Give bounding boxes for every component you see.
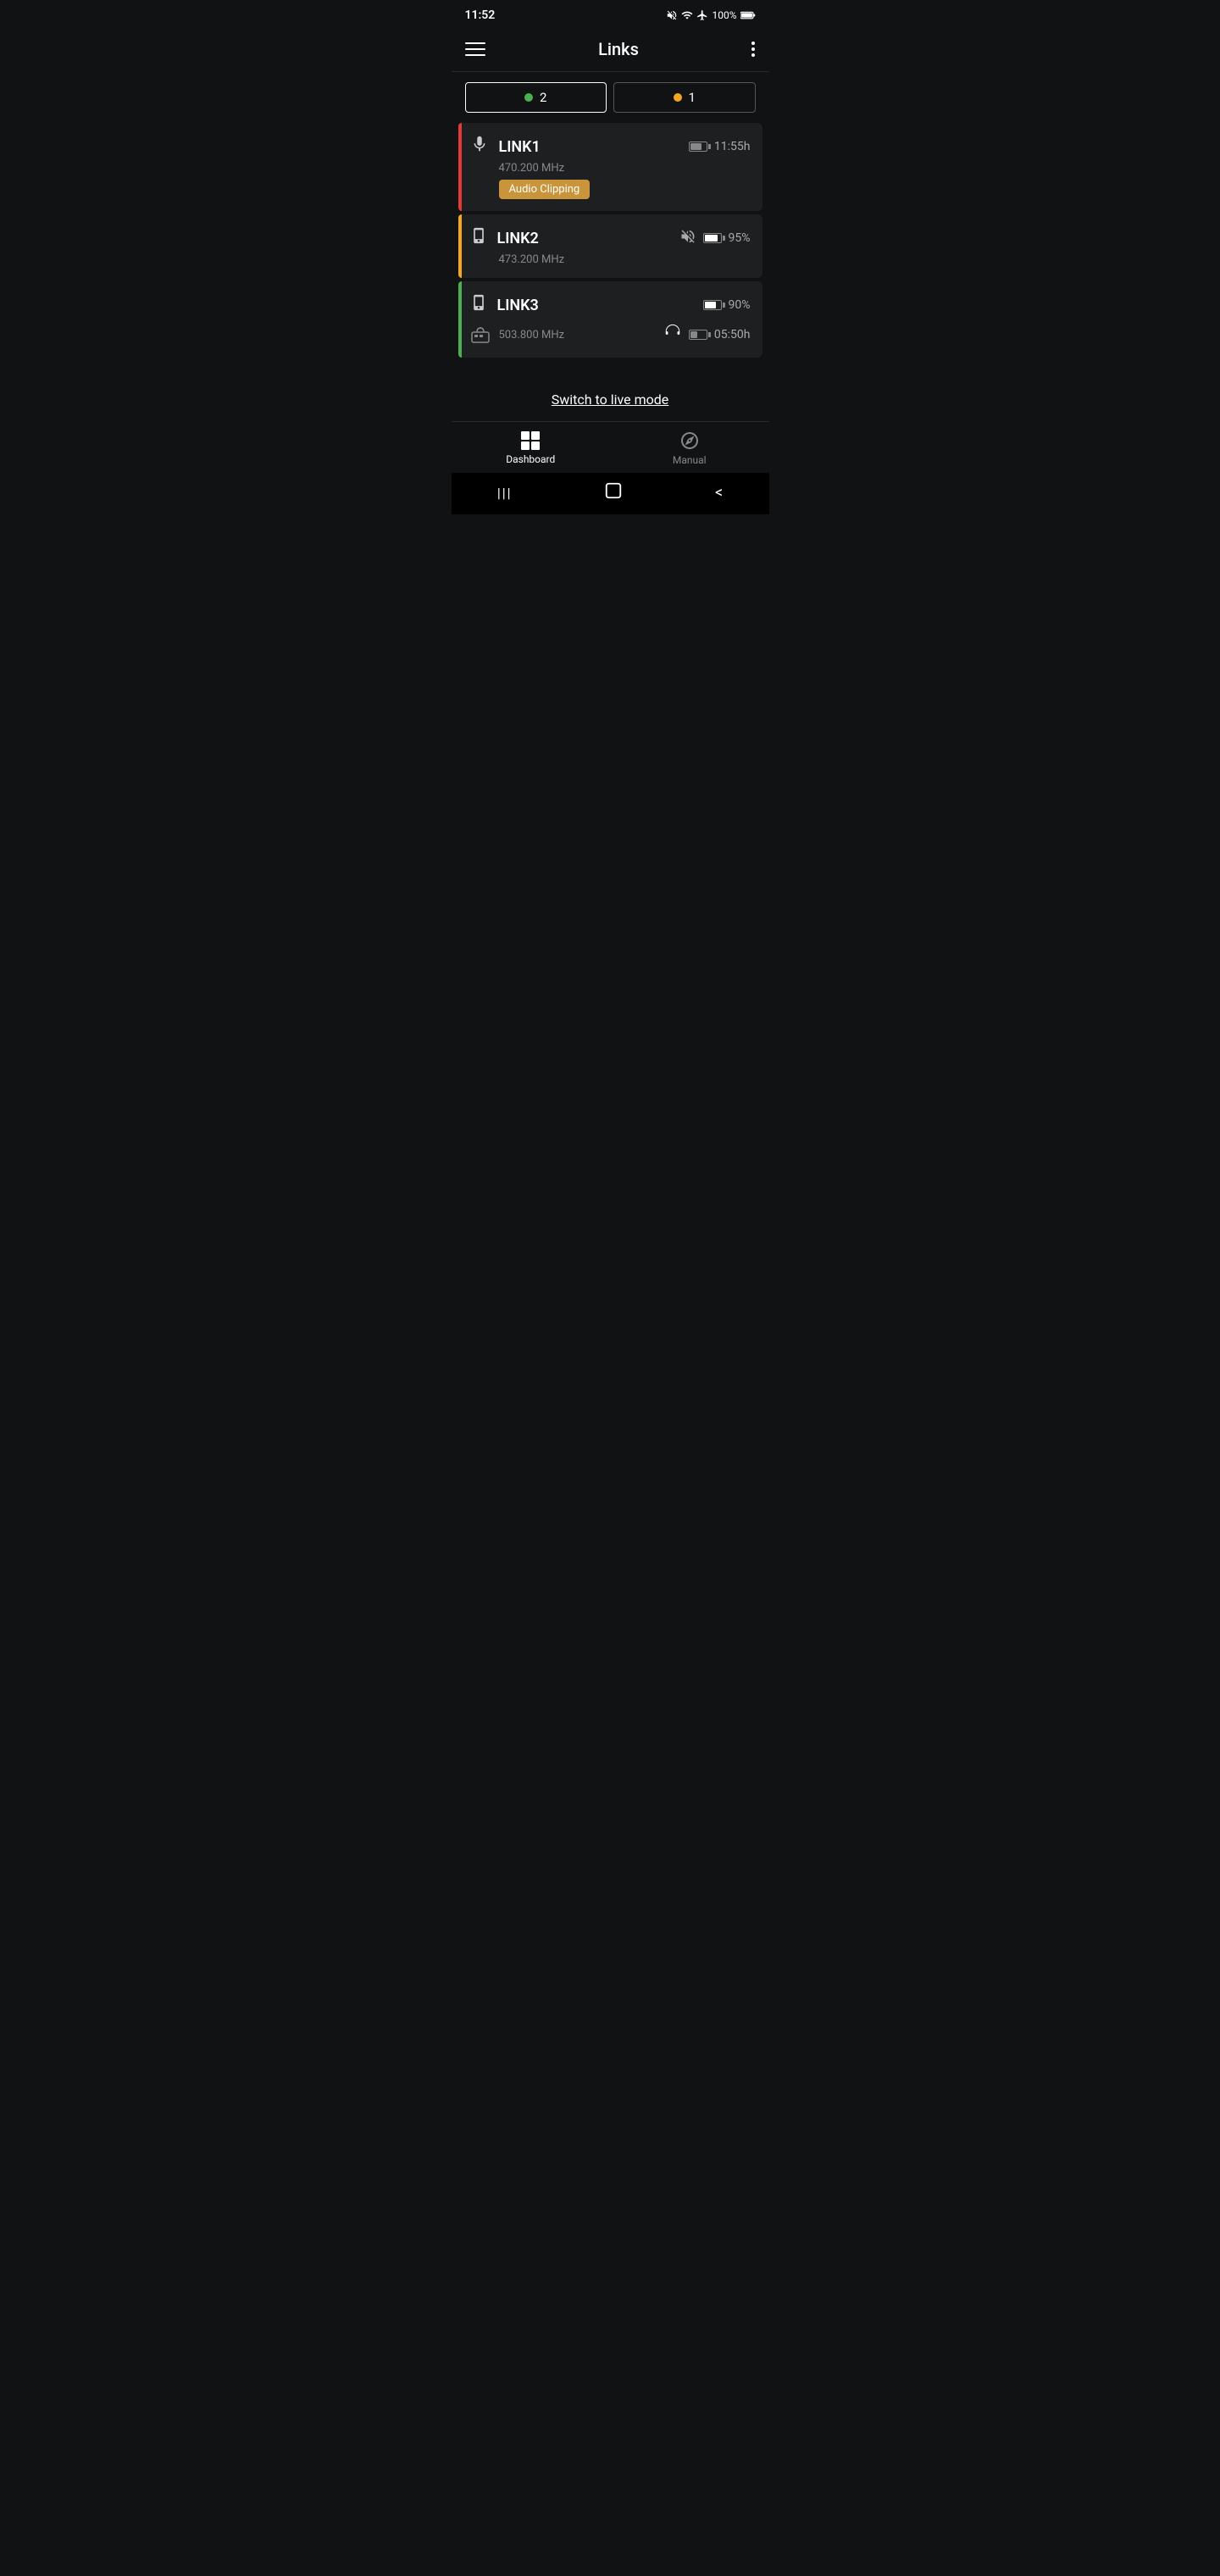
filter-tab-yellow[interactable]: 1	[613, 82, 756, 113]
audio-clipping-badge: Audio Clipping	[499, 180, 591, 199]
link2-right: 95%	[679, 228, 751, 248]
dashboard-icon	[521, 431, 540, 450]
menu-button[interactable]	[465, 42, 485, 56]
link2-top: LINK2 95%	[470, 226, 751, 250]
link2-bodypack-icon	[470, 226, 487, 250]
recent-apps-button[interactable]: |||	[497, 485, 513, 501]
link2-left: LINK2	[470, 226, 539, 250]
nav-manual-label: Manual	[673, 454, 707, 466]
status-bar: 11:52 100%	[452, 0, 769, 31]
status-icons: 100%	[666, 9, 755, 21]
link3-receiver-icon	[470, 325, 491, 344]
home-button[interactable]	[604, 481, 623, 504]
compass-icon	[679, 430, 700, 451]
link3-top: LINK3 90%	[470, 293, 751, 317]
link3-right-headphone: 05:50h	[663, 324, 751, 346]
link1-battery-text: 11:55h	[714, 140, 751, 153]
link1-frequency: 470.200 MHz	[499, 162, 751, 175]
link2-frequency: 473.200 MHz	[499, 253, 751, 266]
link3-receiver-left: 503.800 MHz	[470, 325, 565, 344]
link1-right: 11:55h	[689, 140, 751, 153]
airplane-icon	[696, 9, 708, 21]
link3-bodypack-icon	[470, 293, 487, 317]
battery-status-icon	[740, 10, 756, 20]
link1-top: LINK1 11:55h	[470, 135, 751, 158]
link3-headphone-icon	[663, 324, 682, 346]
nav-manual[interactable]: Manual	[610, 430, 769, 466]
link3-headphone-battery-text: 05:50h	[714, 328, 751, 341]
yellow-count: 1	[689, 90, 696, 105]
yellow-dot	[674, 93, 682, 102]
mute-icon	[666, 9, 678, 21]
link-card-1[interactable]: LINK1 11:55h 470.200 MHz Audio Clipping	[458, 123, 762, 211]
system-nav: ||| <	[452, 473, 769, 514]
battery-percent: 100%	[712, 9, 736, 21]
bottom-nav: Dashboard Manual	[452, 421, 769, 473]
link-card-2[interactable]: LINK2 95% 473.200 MHz	[458, 214, 762, 278]
link3-battery-text: 90%	[729, 298, 751, 312]
link1-mic-icon	[470, 135, 489, 158]
link3-headphone-battery-icon	[689, 330, 707, 340]
link1-battery-icon	[689, 142, 707, 152]
link1-badge-row: Audio Clipping	[499, 180, 751, 199]
link2-muted-icon	[679, 228, 696, 248]
link2-battery-text: 95%	[729, 231, 751, 245]
link-card-3[interactable]: LINK3 90% 5	[458, 281, 762, 358]
link3-bottom-row: 503.800 MHz 05:50h	[470, 324, 751, 346]
link1-name: LINK1	[499, 138, 541, 156]
page-title: Links	[598, 39, 639, 59]
status-time: 11:52	[465, 8, 496, 22]
green-dot	[524, 93, 533, 102]
link2-name: LINK2	[497, 230, 539, 247]
link3-battery-icon	[703, 300, 722, 310]
nav-dashboard[interactable]: Dashboard	[452, 431, 611, 465]
link3-left: LINK3	[470, 293, 539, 317]
links-list: LINK1 11:55h 470.200 MHz Audio Clipping	[452, 123, 769, 358]
wifi-icon	[681, 9, 693, 21]
green-count: 2	[540, 90, 546, 105]
switch-live-section: Switch to live mode	[452, 358, 769, 421]
link3-frequency: 503.800 MHz	[499, 329, 565, 341]
link3-right-battery: 90%	[703, 298, 751, 312]
switch-to-live-mode-link[interactable]: Switch to live mode	[552, 391, 669, 408]
header: Links	[452, 31, 769, 72]
back-button[interactable]: <	[715, 484, 723, 502]
link1-left: LINK1	[470, 135, 541, 158]
nav-dashboard-label: Dashboard	[506, 453, 555, 465]
link2-battery-icon	[703, 233, 722, 243]
filter-tabs: 2 1	[452, 72, 769, 123]
more-options-button[interactable]	[751, 42, 755, 57]
link3-name: LINK3	[497, 297, 539, 314]
filter-tab-green[interactable]: 2	[465, 82, 607, 113]
